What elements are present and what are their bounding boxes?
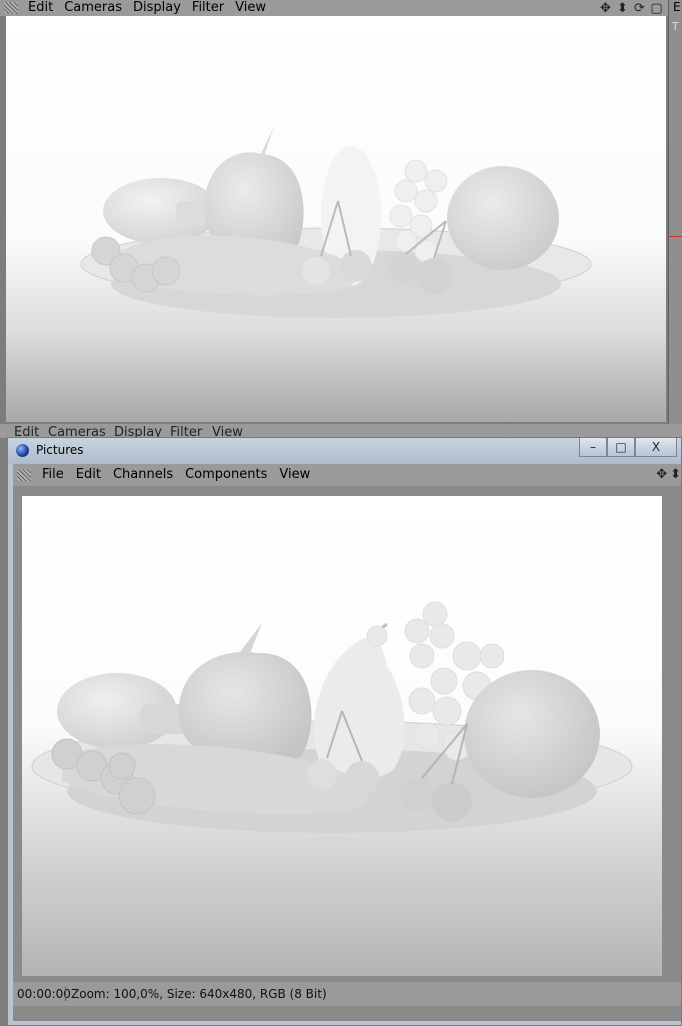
menu-display[interactable]: Display bbox=[131, 0, 190, 16]
rendered-image[interactable] bbox=[22, 496, 662, 976]
status-divider bbox=[65, 987, 66, 1001]
maximize-button[interactable]: □ bbox=[607, 438, 635, 457]
render-scene bbox=[31, 601, 633, 833]
pictures-window: Pictures – □ X File Edit Channels Compon… bbox=[7, 437, 682, 1026]
editor-viewport[interactable] bbox=[6, 16, 666, 422]
menu-components[interactable]: Components bbox=[182, 464, 276, 486]
image-info: Zoom: 100,0%, Size: 640x480, RGB (8 Bit) bbox=[71, 987, 327, 1001]
menu-channels[interactable]: Channels bbox=[110, 464, 182, 486]
menu-edit[interactable]: Edit bbox=[73, 464, 110, 486]
panel-sublabel: T bbox=[672, 20, 679, 33]
window-title: Pictures bbox=[36, 443, 84, 457]
scale-icon[interactable]: ⬍ bbox=[615, 1, 630, 16]
menubar-grip-icon[interactable] bbox=[4, 2, 18, 14]
minimize-button[interactable]: – bbox=[579, 438, 607, 457]
menu-view[interactable]: View bbox=[233, 0, 275, 16]
render-time: 00:00:00 bbox=[17, 987, 71, 1001]
lower-menu-filter[interactable]: Filter bbox=[168, 424, 211, 438]
attribute-panel-strip: E T bbox=[668, 0, 682, 430]
lower-viewport-menubar: Edit Cameras Display Filter View bbox=[0, 424, 682, 438]
move-icon[interactable]: ✥ bbox=[598, 1, 613, 16]
close-button[interactable]: X bbox=[635, 438, 677, 457]
panel-marker bbox=[669, 236, 682, 237]
menu-view[interactable]: View bbox=[276, 464, 319, 486]
scale-icon[interactable]: ⬍ bbox=[670, 467, 681, 482]
pictures-tools: ✥ ⬍ bbox=[656, 467, 681, 482]
pictures-menubar: File Edit Channels Components View ✥ ⬍ bbox=[13, 464, 681, 486]
menu-cameras[interactable]: Cameras bbox=[62, 0, 131, 16]
menu-file[interactable]: File bbox=[39, 464, 73, 486]
rotate-icon[interactable]: ⟳ bbox=[632, 1, 647, 16]
lower-menu-display[interactable]: Display bbox=[112, 424, 171, 438]
viewport-scene bbox=[80, 126, 592, 318]
app-logo-icon bbox=[16, 444, 29, 457]
maximize-icon[interactable]: ▢ bbox=[649, 1, 664, 16]
window-controls: – □ X bbox=[579, 438, 677, 457]
window-titlebar[interactable]: Pictures – □ X bbox=[8, 438, 681, 464]
menubar-grip-icon[interactable] bbox=[17, 469, 31, 481]
pictures-content: File Edit Channels Components View ✥ ⬍ 0… bbox=[13, 464, 681, 1021]
pictures-statusbar: 00:00:00 Zoom: 100,0%, Size: 640x480, RG… bbox=[13, 982, 681, 1006]
menu-edit[interactable]: Edit bbox=[26, 0, 62, 16]
move-icon[interactable]: ✥ bbox=[656, 467, 667, 482]
panel-label: E bbox=[673, 0, 681, 14]
lower-menu-cameras[interactable]: Cameras bbox=[46, 424, 115, 438]
viewport-tools: ✥ ⬍ ⟳ ▢ bbox=[598, 0, 664, 16]
viewport-menubar: Edit Cameras Display Filter View ✥ ⬍ ⟳ ▢ bbox=[0, 0, 668, 16]
lower-menu-edit[interactable]: Edit bbox=[12, 424, 48, 438]
lower-menu-view[interactable]: View bbox=[210, 424, 252, 438]
menu-filter[interactable]: Filter bbox=[190, 0, 233, 16]
